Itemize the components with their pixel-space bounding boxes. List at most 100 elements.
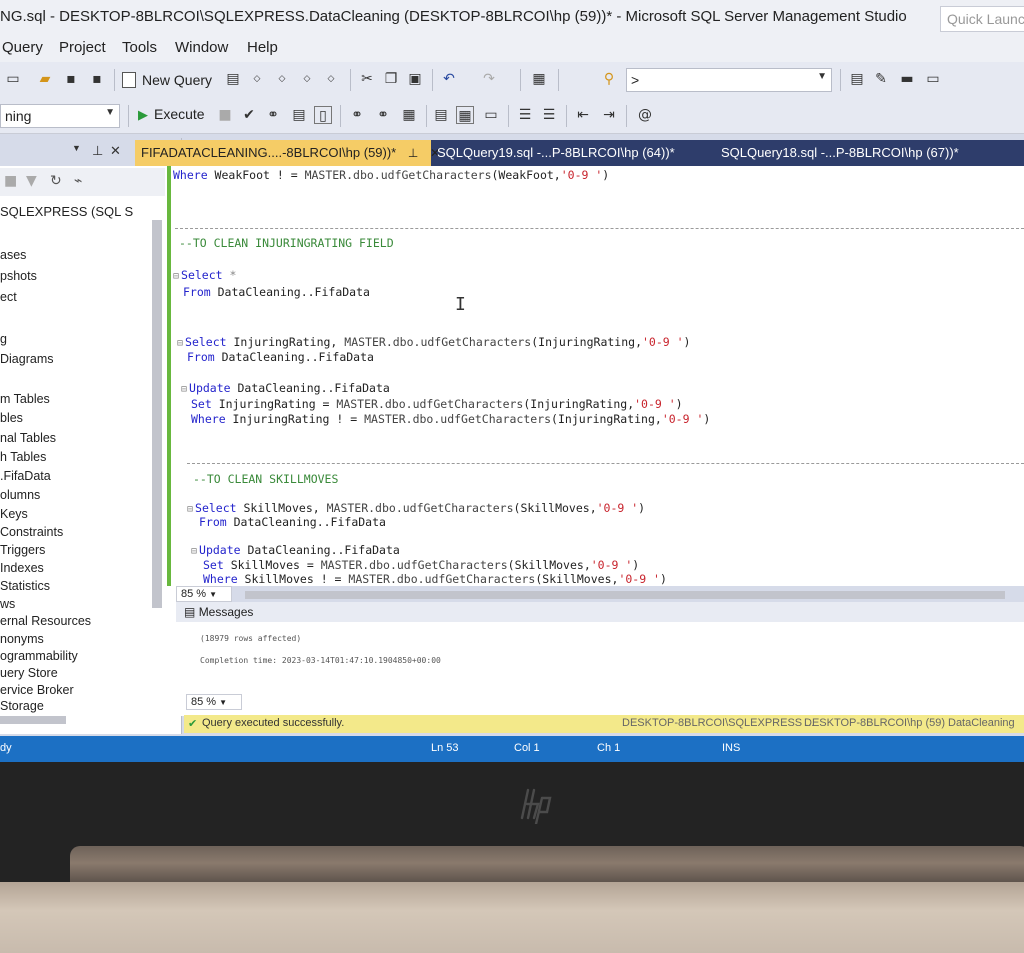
activity-monitor-icon[interactable]: ▦ (530, 70, 548, 88)
tree-item[interactable]: nal Tables (0, 431, 56, 445)
wrench-icon[interactable]: ✎ (872, 70, 890, 88)
collapse-icon[interactable]: ⊟ (177, 338, 183, 349)
paste-icon[interactable]: ▣ (406, 70, 424, 88)
tab-fifadatacleaning[interactable]: FIFADATACLEANING....-8BLRCOI\hp (59))* ⊥… (135, 140, 440, 166)
tree-item[interactable]: ws (0, 597, 15, 611)
tree-server-node[interactable]: SQLEXPRESS (SQL S (0, 204, 133, 219)
save-icon[interactable]: ▪ (62, 70, 80, 88)
activity-icon[interactable]: ⌁ (74, 173, 82, 189)
tree-item[interactable]: Triggers (0, 543, 45, 557)
sql-editor[interactable]: Where WeakFoot ! = MASTER.dbo.udfGetChar… (165, 166, 1024, 586)
tree-item[interactable]: Diagrams (0, 352, 54, 366)
pin-icon[interactable]: ⊥ (408, 146, 418, 160)
tree-item[interactable]: Indexes (0, 561, 44, 575)
object-explorer-hscrollbar[interactable] (0, 716, 66, 724)
quick-launch-input[interactable]: Quick Launch (940, 6, 1024, 32)
save-all-icon[interactable]: ▪ (88, 70, 106, 88)
object-explorer-scrollbar[interactable] (152, 220, 162, 608)
refresh-icon[interactable]: ↻ (50, 173, 62, 189)
disconnect-icon[interactable]: ■ (4, 173, 17, 189)
tree-item[interactable]: h Tables (0, 450, 46, 464)
uncomment-icon[interactable]: ☰ (540, 106, 558, 124)
live-stats-icon[interactable]: ⚭ (374, 106, 392, 124)
query-designer-icon[interactable]: ▤ (290, 106, 308, 124)
tab-sqlquery19[interactable]: SQLQuery19.sql -...P-8BLRCOI\hp (64))* (431, 140, 681, 166)
editor-tab-bar: FIFADATACLEANING....-8BLRCOI\hp (59))* ⊥… (135, 140, 1024, 166)
results-to-file-icon[interactable]: ▭ (482, 106, 500, 124)
dmx-query-icon[interactable]: ◇ (273, 70, 291, 88)
tree-item[interactable]: uery Store (0, 666, 58, 680)
tree-item[interactable]: .FifaData (0, 469, 51, 483)
new-project-icon[interactable]: ▭ (4, 70, 22, 88)
menu-help[interactable]: Help (247, 39, 278, 56)
client-stats-icon[interactable]: ▦ (400, 106, 418, 124)
tree-item[interactable]: nonyms (0, 632, 44, 646)
tree-item[interactable]: ervice Broker (0, 683, 74, 697)
tree-item[interactable]: Statistics (0, 579, 50, 593)
pin-icon[interactable]: ⊥ (92, 143, 103, 159)
cut-icon[interactable]: ✂ (358, 70, 376, 88)
tree-item[interactable]: pshots (0, 269, 37, 283)
status-char: Ch 1 (597, 742, 621, 754)
tree-item[interactable]: ect (0, 290, 17, 304)
menu-window[interactable]: Window (175, 39, 228, 56)
mdx-query-icon[interactable]: ◇ (248, 70, 266, 88)
results-tab-messages[interactable]: ▤ Messages (176, 602, 1024, 622)
toolbox-icon[interactable]: ▬ (898, 70, 916, 88)
status-state: dy (0, 742, 12, 754)
open-folder-icon[interactable]: ▰ (36, 70, 54, 88)
results-to-grid-icon[interactable]: ▦ (456, 106, 474, 124)
increase-indent-icon[interactable]: ⇥ (600, 106, 618, 124)
specify-values-icon[interactable]: @ (636, 106, 654, 124)
status-column: Col 1 (514, 742, 540, 754)
new-query-button[interactable]: New Query (122, 72, 212, 88)
collapse-icon[interactable]: ⊟ (181, 384, 187, 395)
xmla-query-icon[interactable]: ◇ (298, 70, 316, 88)
editor-hscrollbar[interactable] (245, 591, 1005, 599)
close-icon[interactable]: ✕ (110, 143, 121, 159)
redo-icon[interactable]: ↷ (480, 70, 498, 88)
copy-icon[interactable]: ❐ (382, 70, 400, 88)
dax-query-icon[interactable]: ◇ (322, 70, 340, 88)
include-plan-icon[interactable]: ⚭ (348, 106, 366, 124)
editor-zoom-combo[interactable]: 85 % ▼ (176, 586, 232, 602)
results-to-text-icon[interactable]: ▤ (432, 106, 450, 124)
comment-icon[interactable]: ☰ (516, 106, 534, 124)
code-line: Set InjuringRating = MASTER.dbo.udfGetCh… (191, 397, 683, 411)
intellisense-icon[interactable]: ▯ (314, 106, 332, 124)
database-combo[interactable]: ning ▼ (0, 104, 120, 128)
database-query-icon[interactable]: ▤ (224, 70, 242, 88)
toolbar-separator (840, 69, 841, 91)
find-icon[interactable]: ⚲ (600, 70, 618, 88)
parse-icon[interactable]: ✔ (240, 106, 258, 124)
decrease-indent-icon[interactable]: ⇤ (574, 106, 592, 124)
menu-project[interactable]: Project (59, 39, 106, 56)
tree-item[interactable]: ernal Resources (0, 614, 91, 628)
tree-item[interactable]: m Tables (0, 392, 50, 406)
tree-item[interactable]: ases (0, 248, 26, 262)
tree-item[interactable]: bles (0, 411, 23, 425)
menu-tools[interactable]: Tools (122, 39, 157, 56)
stop-icon[interactable]: ■ (216, 106, 234, 124)
tree-item[interactable]: Storage (0, 699, 44, 713)
execute-button[interactable]: ▶ Execute (138, 106, 205, 123)
menu-query[interactable]: Query (2, 39, 43, 56)
find-combo[interactable]: > ▼ (626, 68, 832, 92)
display-plan-icon[interactable]: ⚭ (264, 106, 282, 124)
chevron-down-icon[interactable]: ▼ (72, 143, 81, 153)
tab-sqlquery18[interactable]: SQLQuery18.sql -...P-8BLRCOI\hp (67))* (715, 140, 965, 166)
tree-item[interactable]: olumns (0, 488, 40, 502)
tree-item[interactable]: Keys (0, 507, 28, 521)
collapse-icon[interactable]: ⊟ (187, 504, 193, 515)
tree-item[interactable]: Constraints (0, 525, 63, 539)
filter-icon[interactable]: ▼ (26, 173, 37, 189)
properties-icon[interactable]: ▤ (848, 70, 866, 88)
window-layout-icon[interactable]: ▭ (924, 70, 942, 88)
results-zoom-combo[interactable]: 85 % ▼ (186, 694, 242, 710)
tree-item[interactable]: ogrammability (0, 649, 78, 663)
undo-icon[interactable]: ↶ (440, 70, 458, 88)
collapse-icon[interactable]: ⊟ (191, 546, 197, 557)
collapse-icon[interactable]: ⊟ (173, 271, 179, 282)
toolbar-separator (128, 105, 129, 127)
tree-item[interactable]: g (0, 332, 7, 346)
